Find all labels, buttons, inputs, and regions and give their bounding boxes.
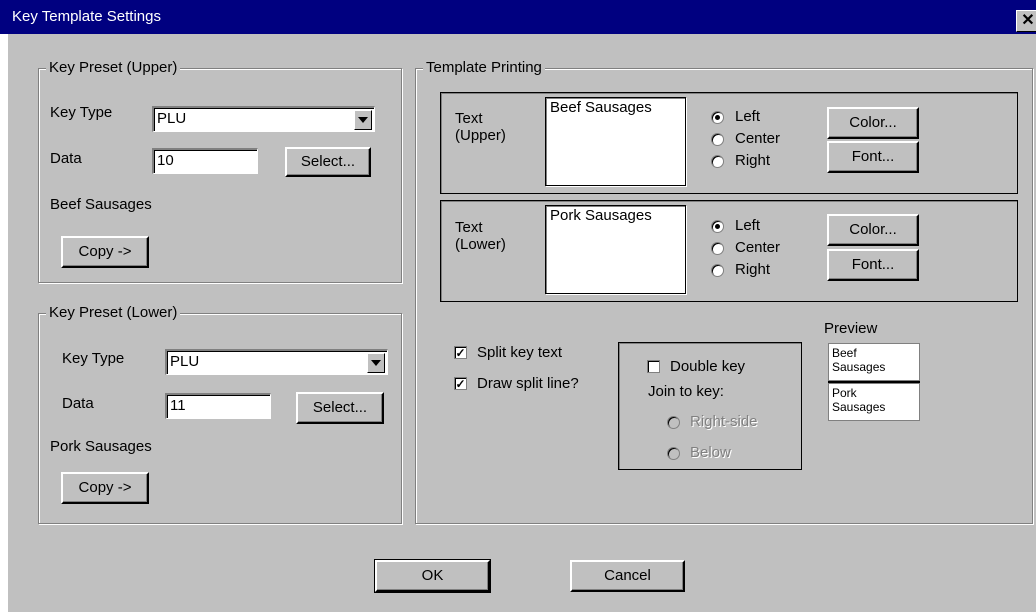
lower-align-right-radio[interactable] xyxy=(711,264,724,277)
lower-align-left-label: Left xyxy=(735,217,761,234)
lower-select-button[interactable]: Select... xyxy=(296,392,384,424)
lower-copy-button[interactable]: Copy -> xyxy=(61,472,149,504)
lower-align-center-label: Center xyxy=(735,239,781,256)
join-right-side-radio[interactable] xyxy=(667,416,680,429)
lower-color-button[interactable]: Color... xyxy=(827,214,919,246)
join-to-key-label: Join to key: xyxy=(648,383,724,400)
split-key-text-checkbox[interactable]: ✓ xyxy=(454,346,467,359)
preview-upper: Beef Sausages xyxy=(828,343,920,381)
ok-button[interactable]: OK xyxy=(374,559,491,593)
upper-key-type-dropdown[interactable]: PLU xyxy=(152,106,375,132)
upper-preset-group-label: Key Preset (Upper) xyxy=(46,60,181,76)
upper-align-right-label: Right xyxy=(735,152,771,169)
window-left-edge xyxy=(0,34,8,612)
upper-text-label-line1: Text xyxy=(455,110,483,127)
upper-select-button[interactable]: Select... xyxy=(285,147,371,177)
upper-align-right-radio[interactable] xyxy=(711,155,724,168)
upper-align-center-label: Center xyxy=(735,130,781,147)
upper-item-name: Beef Sausages xyxy=(50,196,152,213)
upper-data-field[interactable]: 10 xyxy=(152,148,258,174)
join-below-radio[interactable] xyxy=(667,447,680,460)
lower-key-type-value: PLU xyxy=(170,353,200,370)
split-key-text-label: Split key text xyxy=(477,344,563,361)
join-right-side-label: Right-side xyxy=(690,413,758,430)
lower-align-right-label: Right xyxy=(735,261,771,278)
lower-text-label-line1: Text xyxy=(455,219,483,236)
preview-upper-line1: Beef xyxy=(832,346,857,360)
lower-text-section xyxy=(440,200,1018,302)
upper-align-left-radio[interactable] xyxy=(711,111,724,124)
lower-item-name: Pork Sausages xyxy=(50,438,152,455)
upper-align-left-label: Left xyxy=(735,108,761,125)
upper-key-type-label: Key Type xyxy=(50,104,113,121)
upper-text-section xyxy=(440,92,1018,194)
preview-lower-line2: Sausages xyxy=(832,400,886,414)
upper-text-label-line2: (Upper) xyxy=(455,127,506,144)
double-key-label: Double key xyxy=(670,358,746,375)
upper-text-area[interactable]: Beef Sausages xyxy=(545,97,686,186)
preview-label: Preview xyxy=(824,320,878,337)
lower-text-label-line2: (Lower) xyxy=(455,236,506,253)
draw-split-line-checkbox[interactable]: ✓ xyxy=(454,377,467,390)
close-button[interactable]: ✕ xyxy=(1016,10,1036,32)
upper-copy-button[interactable]: Copy -> xyxy=(61,236,149,268)
lower-key-type-label: Key Type xyxy=(62,350,125,367)
chevron-down-icon[interactable] xyxy=(367,353,385,373)
upper-color-button[interactable]: Color... xyxy=(827,107,919,139)
preview-lower: Pork Sausages xyxy=(828,383,920,421)
lower-align-center-radio[interactable] xyxy=(711,242,724,255)
upper-align-center-radio[interactable] xyxy=(711,133,724,146)
lower-key-type-dropdown[interactable]: PLU xyxy=(165,349,388,375)
lower-data-field[interactable]: 11 xyxy=(165,393,271,419)
upper-key-type-value: PLU xyxy=(157,110,187,127)
window-title: Key Template Settings xyxy=(12,8,161,25)
upper-font-button[interactable]: Font... xyxy=(827,141,919,173)
template-printing-group-label: Template Printing xyxy=(423,60,545,76)
lower-text-area[interactable]: Pork Sausages xyxy=(545,205,686,294)
preview-lower-line1: Pork xyxy=(832,386,857,400)
double-key-checkbox[interactable] xyxy=(647,360,660,373)
lower-font-button[interactable]: Font... xyxy=(827,249,919,281)
upper-data-label: Data xyxy=(50,150,82,167)
preview-upper-line2: Sausages xyxy=(832,360,886,374)
lower-align-left-radio[interactable] xyxy=(711,220,724,233)
lower-data-label: Data xyxy=(62,395,94,412)
chevron-down-icon[interactable] xyxy=(354,110,372,130)
lower-preset-group-label: Key Preset (Lower) xyxy=(46,305,181,321)
cancel-button[interactable]: Cancel xyxy=(570,560,685,592)
join-below-label: Below xyxy=(690,444,731,461)
draw-split-line-label: Draw split line? xyxy=(477,375,579,392)
